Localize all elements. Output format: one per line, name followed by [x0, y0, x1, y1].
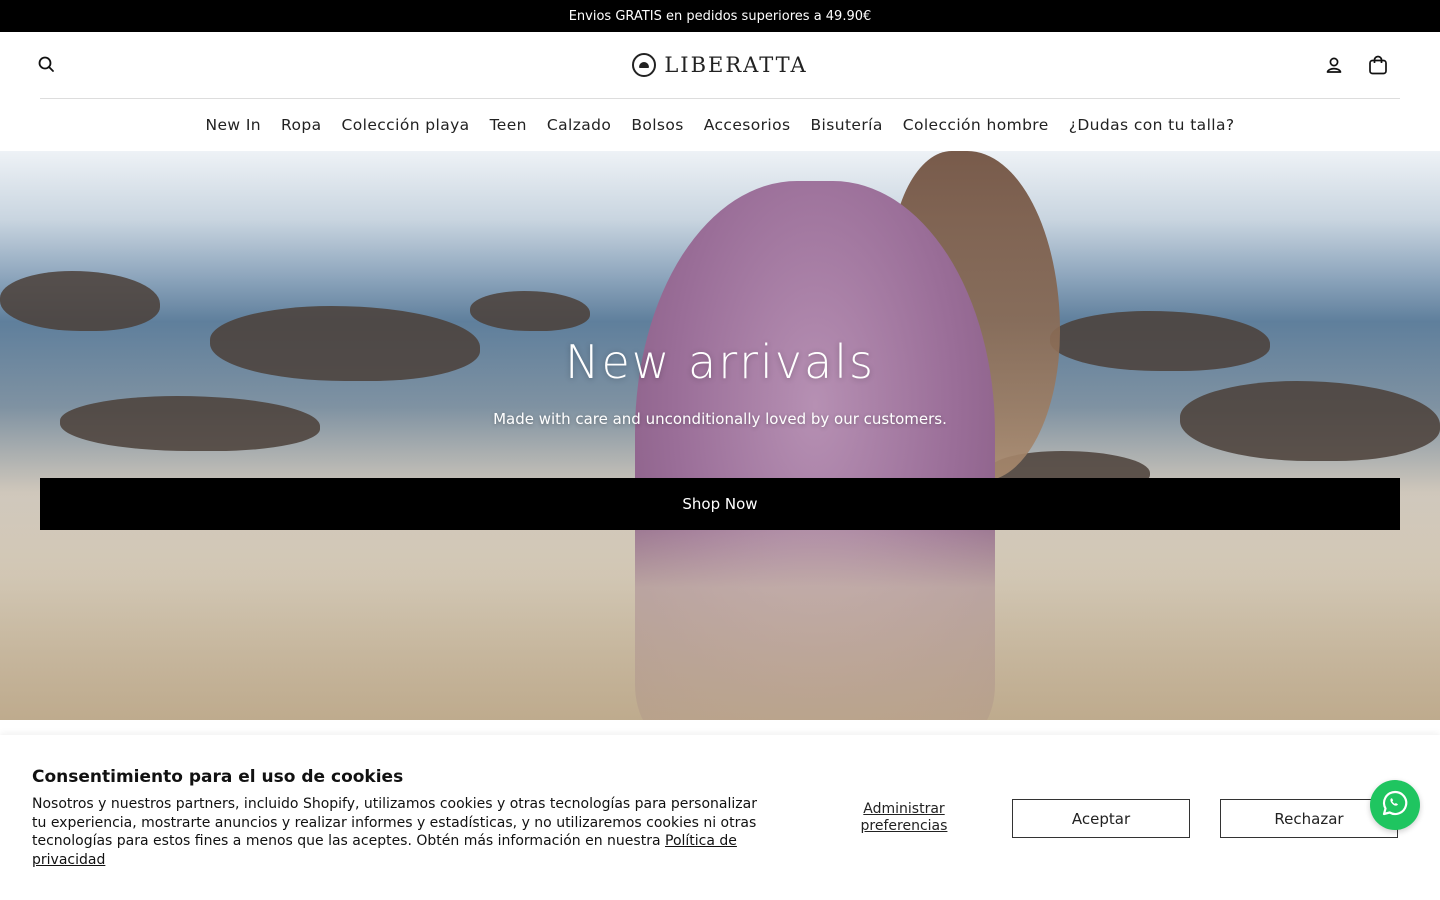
nav-item-accesorios[interactable]: Accesorios [704, 116, 791, 134]
nav-item-new-in[interactable]: New In [205, 116, 261, 134]
nav-item-coleccion-hombre[interactable]: Colección hombre [903, 116, 1049, 134]
hero-subtitle: Made with care and unconditionally loved… [493, 410, 947, 428]
nav-item-ropa[interactable]: Ropa [281, 116, 322, 134]
shop-now-button[interactable]: Shop Now [40, 478, 1400, 530]
whatsapp-chat-button[interactable] [1370, 780, 1420, 830]
cookie-consent-banner: Consentimiento para el uso de cookies No… [0, 735, 1440, 900]
cookie-title: Consentimiento para el uso de cookies [32, 767, 404, 787]
manage-preferences-link[interactable]: Administrar preferencias [844, 801, 964, 835]
main-nav: New In Ropa Colección playa Teen Calzado… [0, 99, 1440, 151]
logo-hat-icon [632, 53, 657, 77]
cookie-description: Nosotros y nuestros partners, incluido S… [32, 796, 757, 849]
shopping-bag-icon[interactable] [1366, 53, 1390, 77]
hero-title: New arrivals [565, 335, 875, 389]
accept-cookies-button[interactable]: Aceptar [1012, 799, 1190, 838]
nav-item-bolsos[interactable]: Bolsos [631, 116, 683, 134]
nav-item-bisuteria[interactable]: Bisutería [811, 116, 883, 134]
logo-text: LIBERATTA [664, 53, 808, 77]
site-header: LIBERATTA [0, 32, 1440, 98]
site-logo[interactable]: LIBERATTA [632, 53, 807, 77]
nav-item-dudas-talla[interactable]: ¿Dudas con tu talla? [1069, 116, 1235, 134]
announcement-text: Envios GRATIS en pedidos superiores a 49… [568, 8, 872, 24]
search-icon[interactable] [36, 54, 58, 76]
nav-item-teen[interactable]: Teen [490, 116, 527, 134]
announcement-bar: Envios GRATIS en pedidos superiores a 49… [0, 0, 1440, 32]
hero-banner: New arrivals Made with care and uncondit… [0, 151, 1440, 720]
user-icon[interactable] [1323, 54, 1345, 76]
cookie-text: Nosotros y nuestros partners, incluido S… [32, 795, 762, 869]
nav-item-coleccion-playa[interactable]: Colección playa [342, 116, 470, 134]
whatsapp-icon [1380, 788, 1410, 823]
nav-item-calzado[interactable]: Calzado [547, 116, 611, 134]
